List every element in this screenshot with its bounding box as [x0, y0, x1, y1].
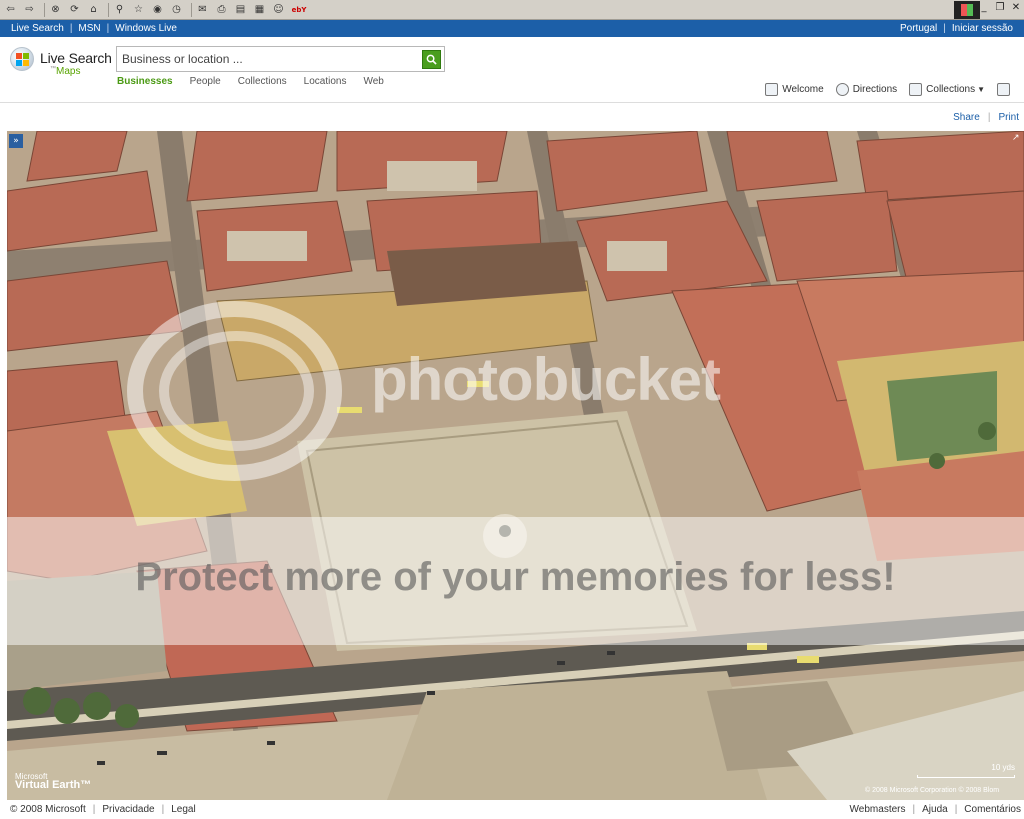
tab-collections[interactable]: Collections — [238, 76, 287, 87]
footer-webmasters-link[interactable]: Webmasters — [850, 804, 906, 815]
footer-separator: | — [161, 804, 165, 815]
windows-logo-icon — [954, 1, 980, 19]
watermark-text: Protect more of your memories for less! — [135, 555, 896, 599]
tab-people[interactable]: People — [190, 76, 221, 87]
print-link[interactable]: Print — [998, 112, 1019, 123]
photobucket-watermark-logo: photobucket — [371, 346, 721, 413]
share-separator: | — [987, 111, 991, 123]
share-link[interactable]: Share — [953, 112, 980, 123]
search-button[interactable] — [422, 50, 441, 69]
favorites-icon[interactable]: ☆ — [131, 3, 146, 17]
back-icon[interactable]: ⇦ — [3, 3, 18, 17]
aerial-imagery — [7, 131, 1024, 800]
nav-live-search-link[interactable]: Live Search — [11, 23, 64, 34]
print-icon[interactable]: ⎙ — [214, 3, 229, 17]
page-footer: © 2008 Microsoft | Privacidade | Legal W… — [0, 800, 1024, 819]
footer-legal-link[interactable]: Legal — [171, 804, 195, 815]
footer-privacy-link[interactable]: Privacidade — [102, 804, 154, 815]
region-link[interactable]: Portugal — [900, 23, 937, 34]
page-header: Live Search ™Maps Businesses People Coll… — [0, 37, 1024, 103]
search-scope-tabs: Businesses People Collections Locations … — [117, 76, 401, 87]
ebay-icon[interactable]: ebY — [290, 3, 308, 17]
tab-web[interactable]: Web — [363, 76, 383, 87]
footer-separator: | — [912, 804, 916, 815]
close-icon[interactable]: ✕ — [1010, 2, 1022, 14]
footer-comments-link[interactable]: Comentários — [964, 804, 1021, 815]
directions-label: Directions — [852, 84, 898, 95]
directions-button[interactable]: Directions — [835, 83, 898, 96]
search-input[interactable] — [122, 48, 422, 70]
footer-separator: | — [954, 804, 958, 815]
virtual-earth-logo: Microsoft Virtual Earth™ — [15, 772, 92, 791]
tab-businesses[interactable]: Businesses — [117, 76, 173, 87]
minimize-icon[interactable]: _ — [978, 2, 990, 14]
welcome-button[interactable]: Welcome — [765, 83, 824, 96]
restore-icon[interactable]: ❐ — [994, 2, 1006, 14]
tab-locations[interactable]: Locations — [304, 76, 347, 87]
map-viewport[interactable]: photobucket Protect more of your memorie… — [7, 131, 1024, 800]
media-icon[interactable]: ◉ — [150, 3, 165, 17]
scale-label: 10 yds — [991, 763, 1015, 772]
home-icon[interactable]: ⌂ — [86, 3, 101, 17]
live-search-maps-logo[interactable]: Live Search ™Maps — [10, 46, 112, 78]
logo-subtitle: ™Maps — [50, 66, 80, 77]
scale-line — [917, 775, 1015, 778]
welcome-icon — [765, 83, 779, 96]
collections-label: Collections — [926, 84, 976, 95]
footer-copyright: © 2008 Microsoft — [10, 804, 86, 815]
toolbar-separator — [108, 2, 109, 17]
toolbar-separator — [191, 2, 192, 17]
discuss-icon[interactable]: ▦ — [252, 3, 267, 17]
collections-button[interactable]: Collections ▼ — [909, 83, 985, 96]
map-actions: Welcome Directions Collections ▼ — [753, 83, 1014, 96]
signin-link[interactable]: Iniciar sessão — [952, 23, 1013, 34]
window-controls: _ ❐ ✕ — [978, 2, 1022, 14]
logo-maps: Maps — [56, 66, 81, 77]
nav-separator: | — [69, 23, 73, 34]
edit-button[interactable] — [997, 83, 1014, 96]
expand-panel-button[interactable]: » — [9, 134, 23, 148]
refresh-icon[interactable]: ⟳ — [67, 3, 82, 17]
welcome-label: Welcome — [782, 84, 824, 95]
search-box — [116, 46, 445, 72]
mail-icon[interactable]: ✉ — [195, 3, 210, 17]
logo-title: Live Search — [40, 50, 112, 66]
windows-flag-icon — [10, 47, 34, 71]
footer-help-link[interactable]: Ajuda — [922, 804, 948, 815]
nav-msn-link[interactable]: MSN — [78, 23, 100, 34]
chevron-down-icon: ▼ — [977, 85, 985, 94]
search-icon[interactable]: ⚲ — [112, 3, 127, 17]
nav-separator: | — [106, 23, 110, 34]
browser-toolbar: ⇦ ⇨ ⊗ ⟳ ⌂ ⚲ ☆ ◉ ◷ ✉ ⎙ ▤ ▦ ☺ ebY _ ❐ ✕ — [0, 0, 1024, 20]
steering-wheel-icon — [835, 83, 849, 96]
forward-icon[interactable]: ⇨ — [22, 3, 37, 17]
collections-icon — [909, 83, 923, 96]
stop-icon[interactable]: ⊗ — [48, 3, 63, 17]
ve-product-label: Virtual Earth™ — [15, 779, 92, 791]
nav-windows-live-link[interactable]: Windows Live — [115, 23, 177, 34]
history-icon[interactable]: ◷ — [169, 3, 184, 17]
share-print-bar: Share | Print — [824, 104, 1024, 130]
browser-window: ⇦ ⇨ ⊗ ⟳ ⌂ ⚲ ☆ ◉ ◷ ✉ ⎙ ▤ ▦ ☺ ebY _ ❐ ✕ Li… — [0, 0, 1024, 819]
map-scale-bar: 10 yds — [917, 763, 1017, 781]
magnifier-icon — [426, 54, 437, 65]
toolbar-separator — [44, 2, 45, 17]
edit-note-icon — [997, 83, 1010, 96]
footer-separator: | — [92, 804, 96, 815]
resize-corner-icon[interactable]: ↗ — [1012, 133, 1022, 143]
photobucket-ring-inner — [159, 331, 314, 451]
top-nav-bar: Live Search | MSN | Windows Live Portuga… — [0, 20, 1024, 37]
map-copyright: © 2008 Microsoft Corporation © 2008 Blom — [865, 787, 1000, 794]
nav-separator: | — [943, 23, 946, 34]
edit-icon[interactable]: ▤ — [233, 3, 248, 17]
messenger-icon[interactable]: ☺ — [271, 3, 286, 17]
